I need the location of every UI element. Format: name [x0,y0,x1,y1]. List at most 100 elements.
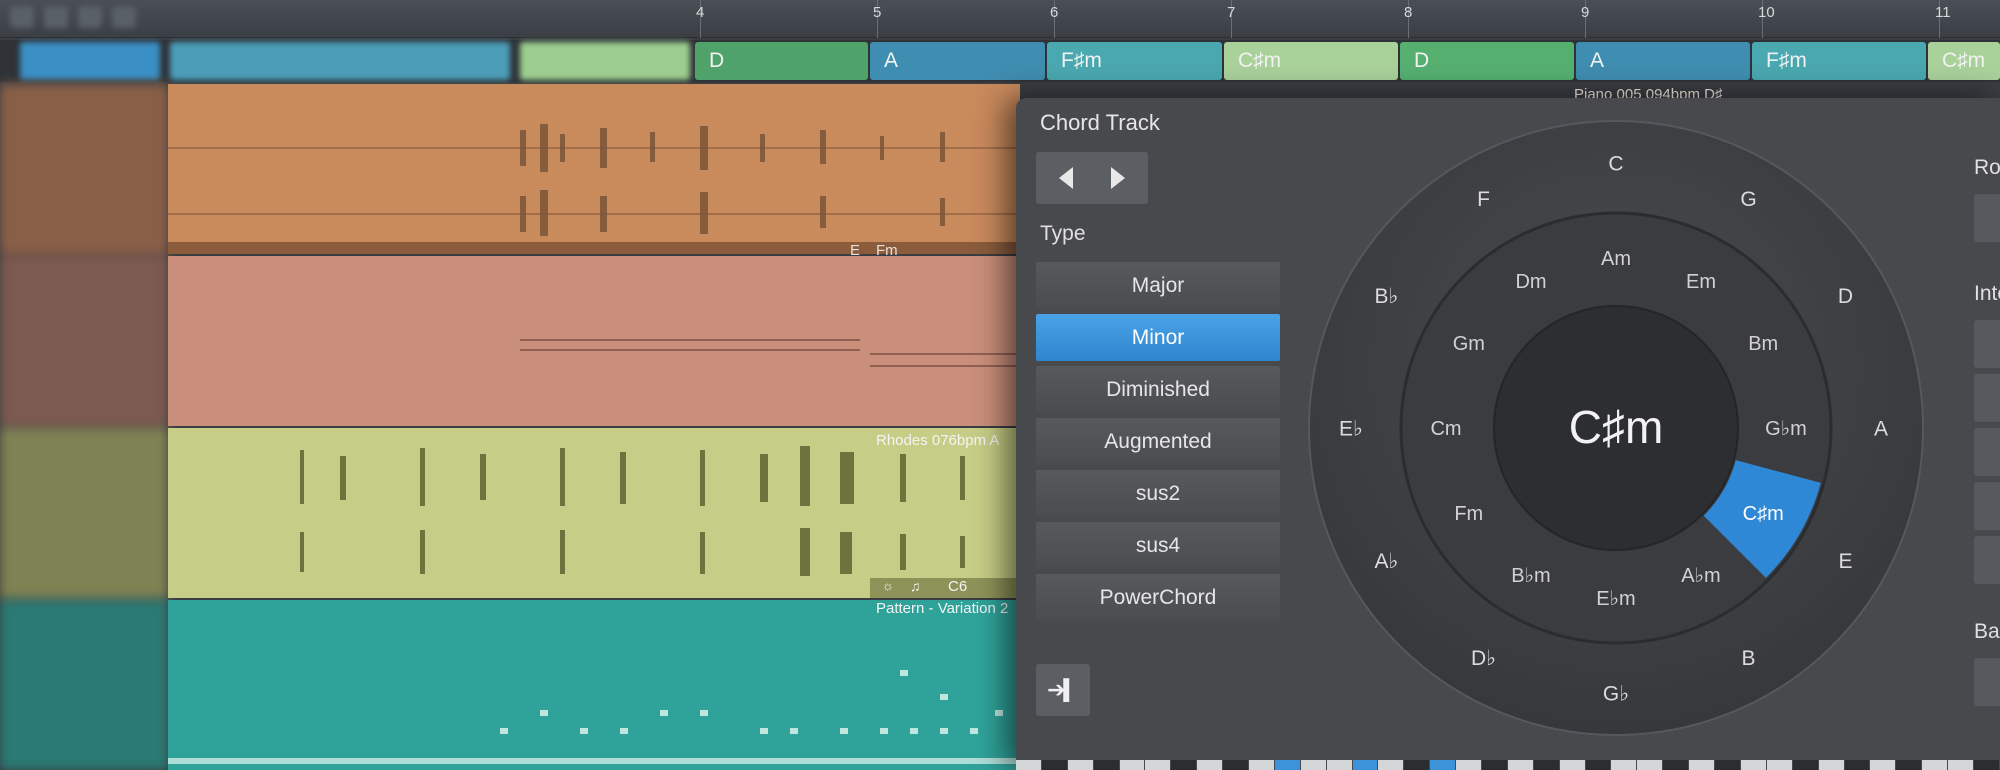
keyboard-key[interactable] [1948,760,1973,770]
wheel-major-key[interactable]: A♭ [1375,550,1399,573]
chord-chip[interactable]: C♯m [1224,42,1398,80]
keyboard-key[interactable] [1559,760,1585,770]
keyboard-key[interactable] [1663,760,1689,770]
tool-icon [10,6,34,28]
mini-keyboard[interactable] [1016,760,2000,770]
wheel-minor-key[interactable]: C♯m [1743,503,1784,525]
wheel-minor-key[interactable]: Bm [1748,333,1778,355]
keyboard-key[interactable] [1352,760,1378,770]
keyboard-key[interactable] [1870,760,1896,770]
bar-number: 11 [1935,4,1951,21]
wheel-major-key[interactable]: B [1741,647,1755,670]
keyboard-key[interactable] [1119,760,1145,770]
rhodes-clip [168,428,1020,598]
wheel-minor-key[interactable]: Dm [1515,271,1546,293]
keyboard-key[interactable] [1300,760,1326,770]
keyboard-key[interactable] [1611,760,1637,770]
keyboard-key[interactable] [1456,760,1482,770]
keyboard-key[interactable] [1637,760,1663,770]
bass-selector[interactable] [1974,658,2000,706]
keyboard-key[interactable] [1197,760,1223,770]
gear-icon: ☼ [882,578,894,593]
wheel-major-key[interactable]: E♭ [1339,417,1363,440]
chord-chip[interactable]: C♯m [1928,42,2000,80]
interval-button[interactable] [1974,482,2000,530]
keyboard-key[interactable] [1792,760,1818,770]
note-icon: ♫ [910,578,921,594]
keyboard-key[interactable] [1274,760,1300,770]
keyboard-key[interactable] [1041,760,1067,770]
chord-chip[interactable]: F♯m [1752,42,1926,80]
wheel-major-key[interactable]: C [1608,152,1623,175]
wheel-major-key[interactable]: F [1477,188,1490,211]
chord-chip[interactable]: A [1576,42,1750,80]
wheel-major-key[interactable]: G♭ [1603,682,1629,705]
piano-clip [168,84,1020,254]
wheel-major-key[interactable]: D [1838,285,1853,308]
keyboard-key[interactable] [1585,760,1611,770]
intervals-label: Intervals [1974,282,2000,305]
wheel-major-key[interactable]: G [1740,188,1756,211]
keyboard-key[interactable] [1223,760,1249,770]
keyboard-key[interactable] [1896,760,1922,770]
root-label: Root [1974,156,2000,179]
chord-properties: Root Intervals m b Bass [1956,98,2000,770]
wheel-major-key[interactable]: B♭ [1375,285,1399,308]
keyboard-key[interactable] [1171,760,1197,770]
keyboard-key[interactable] [1016,760,1041,770]
circle-of-fifths-wheel[interactable]: C G D A E B G♭ D♭ A♭ E♭ B♭ F Am Em Bm G♭m C♯m A♭m E♭m B♭m F… [1016,98,2000,770]
interval-button-m[interactable]: m [1974,374,2000,422]
chord-chip[interactable]: D [1400,42,1574,80]
track-area: E Fm Rhodes 076bpm A ☼ ♫ C6 Pattern - Va… [0,84,1020,770]
keyboard-key[interactable] [1507,760,1533,770]
keyboard-key[interactable] [1430,760,1456,770]
keyboard-key[interactable] [1378,760,1404,770]
keyboard-key[interactable] [1973,760,1999,770]
wheel-minor-key[interactable]: Fm [1454,503,1483,525]
chord-chip[interactable]: A [870,42,1045,80]
track-piano[interactable]: E Fm [0,84,1020,259]
wheel-major-key[interactable]: E [1838,550,1852,573]
keyboard-key[interactable] [1689,760,1715,770]
keyboard-key[interactable] [1482,760,1507,770]
wheel-major-key[interactable]: D♭ [1471,647,1496,670]
wheel-minor-key[interactable]: Cm [1430,418,1461,440]
pattern-clip [168,600,1020,770]
chord-chip[interactable]: F♯m [1047,42,1222,80]
keyboard-key[interactable] [1145,760,1171,770]
track-pad[interactable] [0,256,1020,426]
keyboard-key[interactable] [1844,760,1870,770]
keyboard-key[interactable] [1067,760,1093,770]
keyboard-key[interactable] [1093,760,1119,770]
wheel-minor-key[interactable]: G♭m [1765,418,1807,440]
chord-chip-blurred [170,42,510,80]
wheel-minor-key[interactable]: Am [1601,248,1631,270]
keyboard-key[interactable] [1404,760,1430,770]
keyboard-key[interactable] [1922,760,1948,770]
chord-chip[interactable]: D [695,42,868,80]
bar-number: 6 [1050,4,1059,21]
keyboard-key[interactable] [1818,760,1844,770]
wheel-minor-key[interactable]: Gm [1453,333,1485,355]
wheel-minor-key[interactable]: Em [1686,271,1716,293]
interval-button[interactable] [1974,320,2000,368]
track-pattern[interactable]: Pattern - Variation 2 [0,600,1020,770]
interval-button-b[interactable]: b [1974,536,2000,584]
wheel-major-key[interactable]: A [1874,417,1888,440]
wheel-minor-key[interactable]: B♭m [1511,565,1550,587]
bar-number: 8 [1404,4,1413,21]
timeline-ruler[interactable]: 4 5 6 7 8 9 10 11 [0,0,2000,38]
keyboard-key[interactable] [1740,760,1766,770]
wheel-minor-key[interactable]: E♭m [1596,588,1635,610]
wheel-minor-key[interactable]: A♭m [1681,565,1720,587]
keyboard-key[interactable] [1249,760,1274,770]
root-selector[interactable] [1974,194,2000,242]
chord-chip-blurred [520,42,690,80]
keyboard-key[interactable] [1326,760,1352,770]
keyboard-key[interactable] [1533,760,1559,770]
track-rhodes[interactable]: Rhodes 076bpm A ☼ ♫ C6 [0,428,1020,598]
keyboard-key[interactable] [1766,760,1792,770]
interval-button[interactable] [1974,428,2000,476]
bar-number: 9 [1581,4,1590,21]
keyboard-key[interactable] [1715,760,1740,770]
